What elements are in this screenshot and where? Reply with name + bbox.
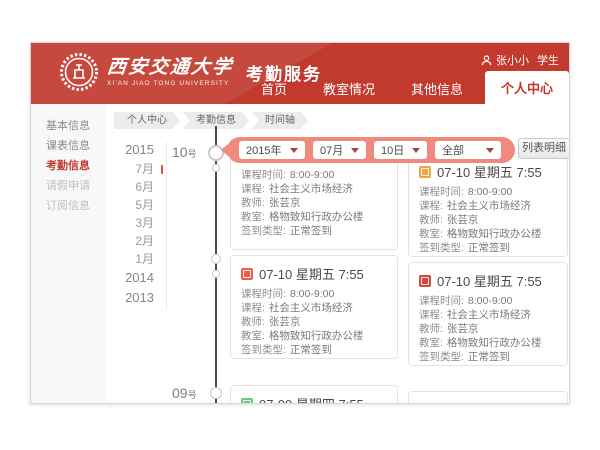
- timeline-nav-2015[interactable]: 2015: [106, 140, 160, 160]
- sidebar: 基本信息 课表信息 考勤信息 请假申请 订阅信息: [31, 104, 106, 404]
- card-field: 签到类型:正常签到: [419, 241, 557, 255]
- card-field: 课程:社会主义市场经济: [419, 308, 557, 322]
- sidebar-item-schedule-info[interactable]: 课表信息: [31, 136, 106, 156]
- attendance-card: 07-09 星期四 7:55: [230, 385, 398, 404]
- user-menu[interactable]: 张小小 学生: [481, 52, 559, 68]
- user-name: 张小小: [496, 52, 529, 68]
- card-header: 07-10 星期五 7:55: [419, 271, 557, 290]
- app-body: 基本信息 课表信息 考勤信息 请假申请 订阅信息 个人中心 考勤信息 时间轴 2…: [31, 104, 569, 404]
- chevron-down-icon: [351, 148, 359, 153]
- timeline-node-icon: [212, 164, 220, 172]
- timeline-nav-may[interactable]: 5月: [106, 196, 160, 214]
- timeline-nav-2013[interactable]: 2013: [106, 288, 160, 308]
- card-field: 签到类型:正常签到: [241, 224, 387, 238]
- list-detail-button[interactable]: 列表明细: [518, 138, 570, 159]
- timeline-nav-feb[interactable]: 2月: [106, 232, 160, 250]
- main-nav: 首页 教室情况 其他信息 个人中心: [237, 71, 569, 104]
- card-field: 课程:社会主义市场经济: [241, 182, 387, 196]
- day-marker-10: 10号: [172, 144, 197, 162]
- card-field: 教室:格物致知行政办公楼: [419, 336, 557, 350]
- card-field: 教师:张芸京: [241, 196, 387, 210]
- breadcrumb: 个人中心 考勤信息 时间轴: [114, 112, 311, 129]
- card-field: 课程时间:8:00-9:00: [419, 185, 557, 199]
- filter-bar-tail-icon: [221, 144, 228, 156]
- card-field: 教师:张芸京: [419, 213, 557, 227]
- timeline-nav-2014[interactable]: 2014: [106, 268, 160, 288]
- card-header: 07-09 星期四 7:55: [241, 394, 387, 404]
- card-title: 07-10 星期五 7:55: [259, 264, 364, 283]
- user-icon: [481, 55, 492, 66]
- card-tail-icon: [230, 262, 237, 276]
- timeline-year-month-nav: 2015 7月 6月 5月 3月 2月 1月 2014 2013: [106, 140, 160, 308]
- card-field: 教室:格物致知行政办公楼: [241, 329, 387, 343]
- nav-item-other-info[interactable]: 其他信息: [399, 73, 475, 104]
- chevron-down-icon: [290, 148, 298, 153]
- card-field: 课程时间:8:00-9:00: [241, 168, 387, 182]
- timeline-nav-jan[interactable]: 1月: [106, 250, 160, 268]
- breadcrumb-personal-center[interactable]: 个人中心: [114, 112, 180, 129]
- month-select[interactable]: 07月: [313, 141, 366, 159]
- nav-item-home[interactable]: 首页: [249, 73, 299, 104]
- nav-item-personal-center[interactable]: 个人中心: [485, 71, 569, 104]
- timeline-node-icon: [211, 254, 221, 264]
- card-field: 教师:张芸京: [241, 315, 387, 329]
- university-name: 西安交通大学 XI'AN JIAO TONG UNIVERSITY: [107, 57, 233, 88]
- year-select[interactable]: 2015年: [239, 141, 305, 159]
- card-title: 07-10 星期五 7:55: [437, 271, 542, 290]
- card-field: 课程:社会主义市场经济: [241, 301, 387, 315]
- sidebar-item-basic-info[interactable]: 基本信息: [31, 116, 106, 136]
- timeline-node-icon: [210, 387, 222, 399]
- card-field: 教师:张芸京: [419, 322, 557, 336]
- app-header: 西安交通大学 XI'AN JIAO TONG UNIVERSITY 考勤服务 张…: [31, 43, 569, 104]
- timeline-node-icon: [212, 270, 220, 278]
- attendance-type-icon: [419, 275, 431, 287]
- card-field: 教室:格物致知行政办公楼: [241, 210, 387, 224]
- attendance-card: 课程时间:8:00-9:00 课程:社会主义市场经济 教师:张芸京 教室:格物致…: [230, 149, 398, 250]
- card-field: 课程时间:8:00-9:00: [419, 294, 557, 308]
- day-select[interactable]: 10日: [374, 141, 427, 159]
- user-role: 学生: [537, 52, 559, 68]
- attendance-type-icon: [241, 268, 253, 280]
- university-name-en: XI'AN JIAO TONG UNIVERSITY: [107, 79, 233, 88]
- page: 西安交通大学 XI'AN JIAO TONG UNIVERSITY 考勤服务 张…: [0, 0, 600, 450]
- chevron-down-icon: [412, 148, 420, 153]
- day-marker-09: 09号: [172, 385, 197, 403]
- timeline-nav-divider: [166, 142, 167, 310]
- nav-item-classrooms[interactable]: 教室情况: [311, 73, 387, 104]
- card-field: 签到类型:正常签到: [241, 343, 387, 357]
- card-field: 课程时间:8:00-9:00: [241, 287, 387, 301]
- attendance-type-icon: [241, 398, 253, 405]
- sidebar-item-attendance-info[interactable]: 考勤信息: [31, 156, 106, 176]
- breadcrumb-timeline[interactable]: 时间轴: [252, 112, 308, 129]
- card-field: 教室:格物致知行政办公楼: [419, 227, 557, 241]
- content: 个人中心 考勤信息 时间轴 2015 7月 6月 5月 3月 2月 1月 201…: [106, 104, 569, 404]
- card-title: 07-09 星期四 7:55: [259, 394, 364, 404]
- attendance-type-icon: [419, 166, 431, 178]
- timeline-nav-jul[interactable]: 7月: [106, 160, 160, 178]
- current-month-tick-icon: [161, 165, 163, 174]
- university-logo-icon: [59, 52, 99, 92]
- type-select[interactable]: 全部: [435, 141, 501, 159]
- app-window: 西安交通大学 XI'AN JIAO TONG UNIVERSITY 考勤服务 张…: [30, 42, 570, 404]
- attendance-card: 07-10 星期五 7:55 课程时间:8:00-9:00 课程:社会主义市场经…: [408, 262, 568, 366]
- chevron-down-icon: [486, 148, 494, 153]
- attendance-card: 07-10 星期五 7:55 课程时间:8:00-9:00 课程:社会主义市场经…: [408, 153, 568, 257]
- sidebar-item-subscription-info[interactable]: 订阅信息: [31, 196, 106, 216]
- university-name-cn: 西安交通大学: [106, 57, 234, 79]
- card-field: 签到类型:正常签到: [419, 350, 557, 364]
- card-header: 07-10 星期五 7:55: [241, 264, 387, 283]
- timeline-nav-mar[interactable]: 3月: [106, 214, 160, 232]
- timeline-nav-jun[interactable]: 6月: [106, 178, 160, 196]
- card-header: 07-10 星期五 7:55: [419, 162, 557, 181]
- attendance-card: 07-10 星期五 7:55 课程时间:8:00-9:00 课程:社会主义市场经…: [230, 255, 398, 359]
- attendance-card: [408, 391, 568, 404]
- filter-bar: 2015年 07月 10日 全部: [227, 137, 515, 163]
- sidebar-item-leave-request[interactable]: 请假申请: [31, 176, 106, 196]
- card-field: 课程:社会主义市场经济: [419, 199, 557, 213]
- card-title: 07-10 星期五 7:55: [437, 162, 542, 181]
